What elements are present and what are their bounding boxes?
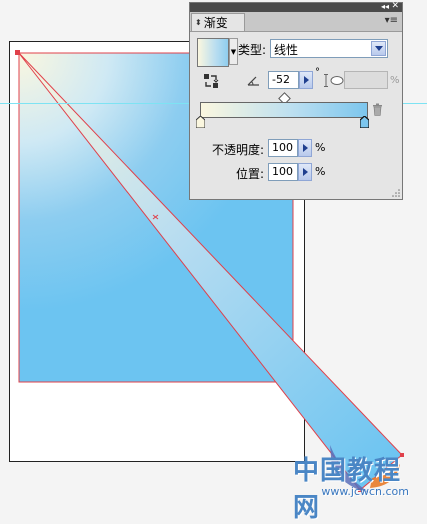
opacity-stepper-button[interactable] xyxy=(298,139,312,157)
swatch-dropdown-button[interactable]: ▼ xyxy=(229,38,238,65)
collapse-panel-icon[interactable]: ◂◂ xyxy=(381,1,389,12)
chevron-down-icon[interactable] xyxy=(371,41,386,56)
close-panel-icon[interactable]: ✕ xyxy=(391,1,399,12)
angle-input[interactable]: -52 xyxy=(268,71,299,89)
reverse-gradient-icon[interactable] xyxy=(203,73,219,89)
location-label: 位置: xyxy=(235,167,264,181)
angle-icon xyxy=(247,76,259,86)
color-stop-start[interactable] xyxy=(196,116,205,128)
panel-menu-icon[interactable]: ▾≡ xyxy=(385,15,398,26)
panel-titlebar[interactable]: ◂◂ ✕ xyxy=(190,1,402,12)
opacity-unit: % xyxy=(315,141,326,154)
location-stepper-button[interactable] xyxy=(298,163,312,181)
gradient-swatch[interactable] xyxy=(197,38,229,67)
tab-gradient-label: 渐变 xyxy=(203,16,228,30)
gradient-start-handle xyxy=(15,50,20,55)
opacity-label: 不透明度: xyxy=(211,143,264,157)
gradient-type-value: 线性 xyxy=(274,43,299,57)
degree-symbol: ° xyxy=(315,67,320,78)
aspect-ratio-input[interactable] xyxy=(344,71,388,89)
trash-icon[interactable] xyxy=(372,103,383,116)
color-stop-end[interactable] xyxy=(360,116,369,128)
resize-grip-icon[interactable] xyxy=(392,189,400,197)
gradient-end-handle-a xyxy=(400,453,404,457)
aspect-ratio-unit: % xyxy=(390,75,400,86)
panel-tabbar: ⬍ 渐变 ▾≡ xyxy=(190,12,402,32)
gradient-panel: ◂◂ ✕ ⬍ 渐变 ▾≡ ▼ 类型: 线性 -52 ° % 不透明度: 100 … xyxy=(189,1,403,200)
aspect-ratio-icon xyxy=(324,74,344,87)
gradient-slider-ramp[interactable] xyxy=(200,102,368,118)
tab-toggle-icon[interactable]: ⬍ xyxy=(195,18,202,27)
gradient-type-select[interactable]: 线性 xyxy=(270,39,388,58)
tab-gradient[interactable]: ⬍ 渐变 xyxy=(191,13,245,31)
location-input[interactable]: 100 xyxy=(268,163,298,181)
location-unit: % xyxy=(315,165,326,178)
type-label: 类型: xyxy=(238,43,267,57)
angle-stepper-button[interactable] xyxy=(299,71,313,89)
opacity-input[interactable]: 100 xyxy=(268,139,298,157)
